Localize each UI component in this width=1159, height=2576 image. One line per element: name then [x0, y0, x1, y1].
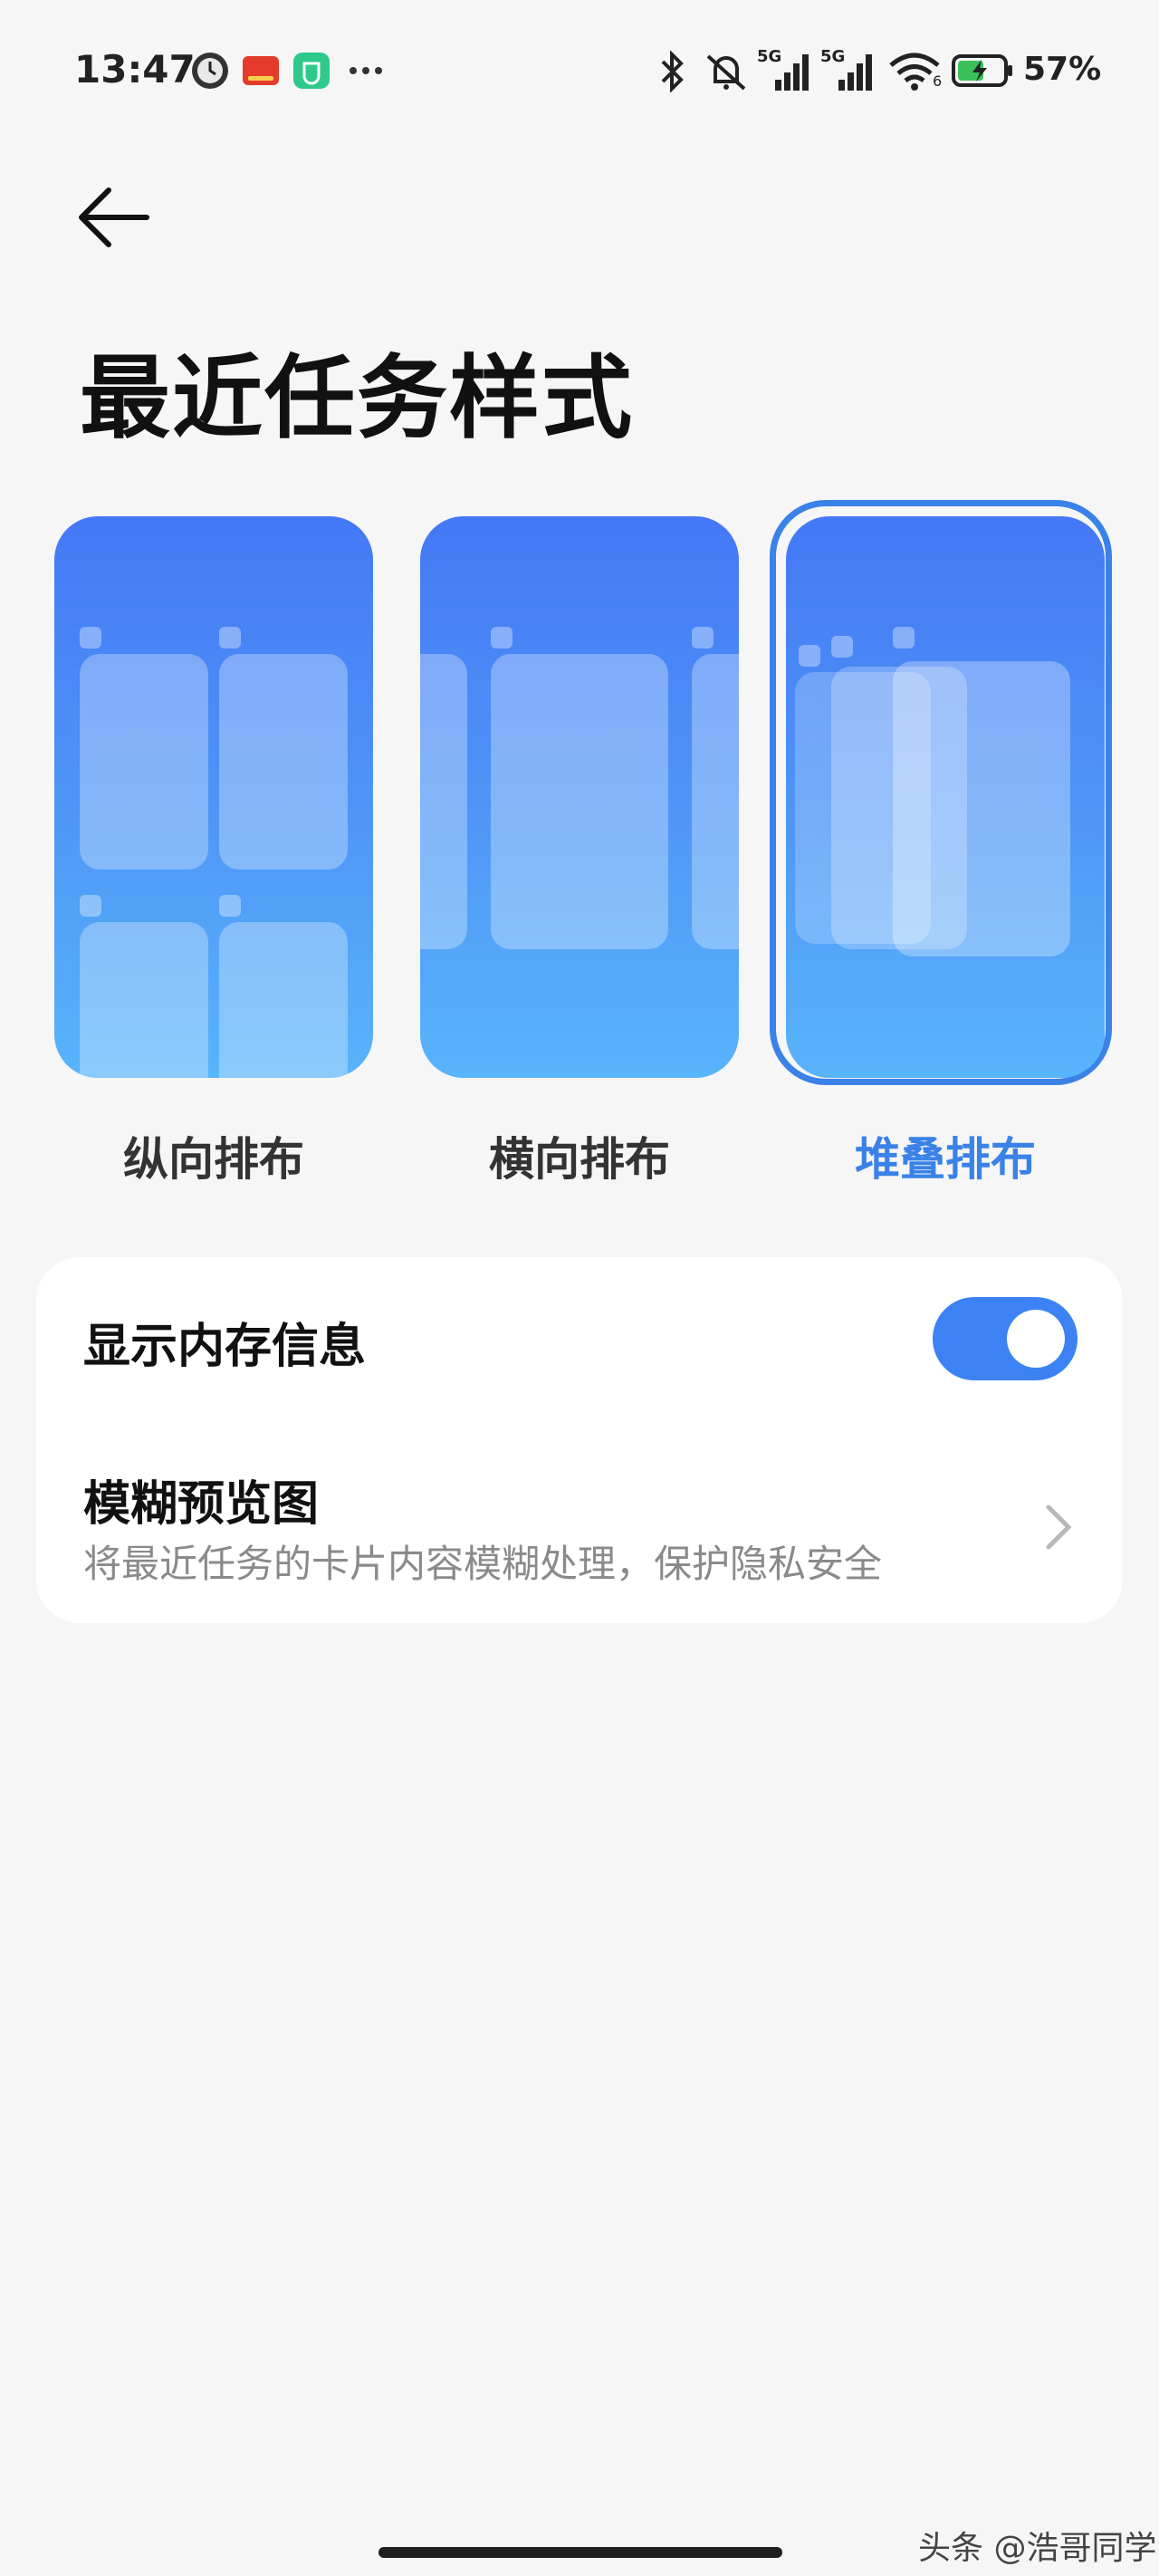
blur-preview-subtitle: 将最近任务的卡片内容模糊处理，保护隐私安全 — [83, 1542, 883, 1586]
page-title: 最近任务样式 — [80, 345, 634, 451]
chevron-right-icon — [1039, 1500, 1076, 1558]
style-label-stacked: 堆叠排布 — [855, 1133, 1036, 1186]
network-type-2: 5G — [820, 47, 846, 66]
bluetooth-icon — [654, 50, 690, 96]
mute-icon — [703, 51, 750, 96]
memory-info-label: 显示内存信息 — [83, 1320, 367, 1374]
wifi-badge: 6 — [933, 72, 943, 90]
more-dots-icon — [348, 54, 384, 91]
signal-icon: 5G — [757, 47, 817, 96]
stacked-layout-preview — [786, 516, 1105, 1078]
signal-icon: 5G — [820, 47, 880, 96]
status-time: 13:47 — [74, 47, 196, 91]
style-label-horizontal: 横向排布 — [489, 1133, 670, 1186]
style-label-vertical: 纵向排布 — [123, 1133, 304, 1186]
battery-charging-icon — [951, 53, 1014, 92]
settings-card: 显示内存信息 模糊预览图 将最近任务的卡片内容模糊处理，保护隐私安全 — [36, 1257, 1123, 1623]
battery-percent: 57% — [1023, 51, 1102, 88]
wifi-icon: 6 — [887, 51, 942, 96]
horizontal-layout-preview — [420, 516, 739, 1078]
clock-app-icon — [190, 51, 230, 94]
mijia-app-icon — [292, 51, 331, 94]
network-type-1: 5G — [757, 47, 782, 66]
toggle-knob — [1007, 1310, 1065, 1368]
memory-info-row[interactable]: 显示内存信息 — [36, 1257, 1123, 1420]
home-indicator[interactable] — [378, 2547, 782, 2558]
back-button[interactable] — [74, 177, 161, 258]
toutiao-app-icon — [241, 51, 281, 94]
watermark: 头条 @浩哥同学 — [918, 2530, 1157, 2567]
memory-info-toggle[interactable] — [933, 1297, 1078, 1380]
blur-preview-title: 模糊预览图 — [83, 1477, 320, 1532]
blur-preview-row[interactable]: 模糊预览图 将最近任务的卡片内容模糊处理，保护隐私安全 — [36, 1420, 1123, 1623]
arrow-left-icon — [79, 187, 149, 247]
vertical-layout-preview — [54, 516, 373, 1078]
